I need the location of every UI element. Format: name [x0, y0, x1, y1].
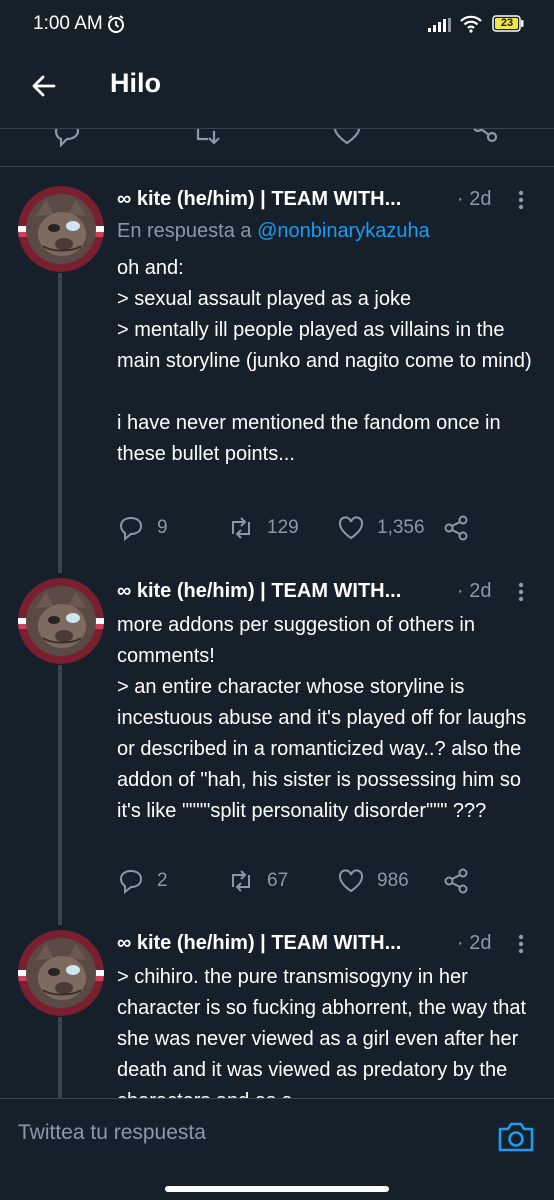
battery-level: 23 [500, 17, 514, 29]
tweet-header: ∞ kite (he/him) | TEAM WITH... · 2d [117, 188, 537, 218]
reply-count: 9 [157, 517, 168, 538]
more-icon[interactable] [515, 932, 527, 956]
retweet-icon [232, 517, 250, 539]
tweet-actions: 9 129 1,356 [117, 510, 537, 546]
avatar[interactable] [18, 578, 104, 664]
thread-line [58, 665, 62, 925]
reply-prefix: En respuesta a [117, 220, 258, 242]
signal-icon [428, 18, 451, 32]
status-time: 1:00 AM [33, 13, 103, 34]
avatar[interactable] [18, 930, 104, 1016]
page-title: Hilo [110, 68, 161, 98]
tweet[interactable]: ∞ kite (he/him) | TEAM WITH... · 2d > ch… [0, 925, 554, 1098]
tweet-actions: 2 67 986 [117, 863, 537, 899]
like-icon [338, 869, 364, 893]
wifi-icon [460, 15, 482, 33]
retweet-button[interactable]: 67 [227, 863, 288, 899]
like-icon [338, 516, 364, 540]
display-name[interactable]: ∞ kite (he/him) | TEAM WITH... [117, 188, 401, 210]
previous-tweet-actions [0, 128, 554, 166]
thread-line [58, 1017, 62, 1098]
like-count: 1,356 [377, 517, 425, 538]
avatar[interactable] [18, 186, 104, 272]
like-button[interactable]: 986 [337, 863, 409, 899]
tweet-text: more addons per suggestion of others in … [117, 614, 527, 822]
camera-icon[interactable] [496, 1117, 536, 1155]
more-icon[interactable] [515, 188, 527, 212]
retweet-count: 67 [267, 870, 289, 891]
tweet[interactable]: ∞ kite (he/him) | TEAM WITH... · 2d more… [0, 573, 554, 925]
retweet-icon [232, 870, 250, 892]
tweet-header: ∞ kite (he/him) | TEAM WITH... · 2d [117, 580, 537, 610]
more-icon[interactable] [515, 580, 527, 604]
tweet-time[interactable]: · 2d [457, 580, 491, 603]
display-name[interactable]: ∞ kite (he/him) | TEAM WITH... [117, 580, 401, 602]
reply-button[interactable]: 9 [117, 510, 168, 546]
reply-to-line: En respuesta a @nonbinarykazuha [117, 220, 430, 243]
display-name[interactable]: ∞ kite (he/him) | TEAM WITH... [117, 932, 401, 954]
retweet-button[interactable]: 129 [227, 510, 299, 546]
share-icon[interactable] [470, 128, 504, 155]
share-button[interactable] [442, 863, 470, 899]
tweet-text: > chihiro. the pure transmisogyny in her… [117, 966, 527, 1098]
thread-line [58, 273, 62, 573]
arrow-left-icon [32, 75, 56, 97]
retweet-count: 129 [267, 517, 299, 538]
reply-count: 2 [157, 870, 168, 891]
reply-bar: Twittea tu respuesta [0, 1098, 554, 1176]
reply-handle-link[interactable]: @nonbinarykazuha [257, 220, 430, 242]
reply-input[interactable]: Twittea tu respuesta [18, 1121, 206, 1145]
reply-icon[interactable] [50, 128, 84, 155]
tweet-time[interactable]: · 2d [457, 188, 491, 211]
app-bar: Hilo [0, 52, 554, 128]
tweet-header: ∞ kite (he/him) | TEAM WITH... · 2d [117, 932, 537, 962]
home-indicator[interactable] [165, 1186, 389, 1192]
like-count: 986 [377, 870, 409, 891]
reply-icon [119, 516, 143, 542]
like-icon[interactable] [330, 128, 364, 155]
share-icon [444, 868, 468, 894]
tweet[interactable]: ∞ kite (he/him) | TEAM WITH... · 2d En r… [0, 167, 554, 573]
status-bar: 1:00 AM 23 [0, 0, 554, 52]
back-button[interactable] [24, 66, 64, 106]
tweet-text: oh and: > sexual assault played as a jok… [117, 257, 532, 465]
like-button[interactable]: 1,356 [337, 510, 425, 546]
share-icon [444, 515, 468, 541]
retweet-icon[interactable] [192, 128, 226, 155]
reply-icon [119, 869, 143, 895]
share-button[interactable] [442, 510, 470, 546]
tweet-time[interactable]: · 2d [457, 932, 491, 955]
alarm-icon [108, 15, 124, 33]
reply-button[interactable]: 2 [117, 863, 168, 899]
